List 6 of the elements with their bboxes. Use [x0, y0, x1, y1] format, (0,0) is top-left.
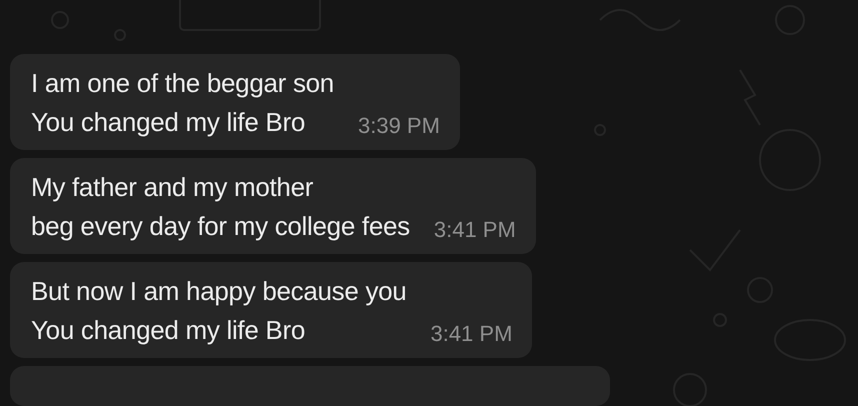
message-time: 3:41 PM	[430, 320, 512, 348]
message-text: But now I am happy because you You changed my life Bro	[31, 275, 406, 347]
message-text: My father and my mother beg every day for my college fees	[31, 171, 410, 243]
message-time: 3:39 PM	[358, 112, 440, 140]
message-text: I am one of the beggar son You changed my life Bro	[31, 67, 334, 139]
message-time: 3:41 PM	[434, 216, 516, 244]
